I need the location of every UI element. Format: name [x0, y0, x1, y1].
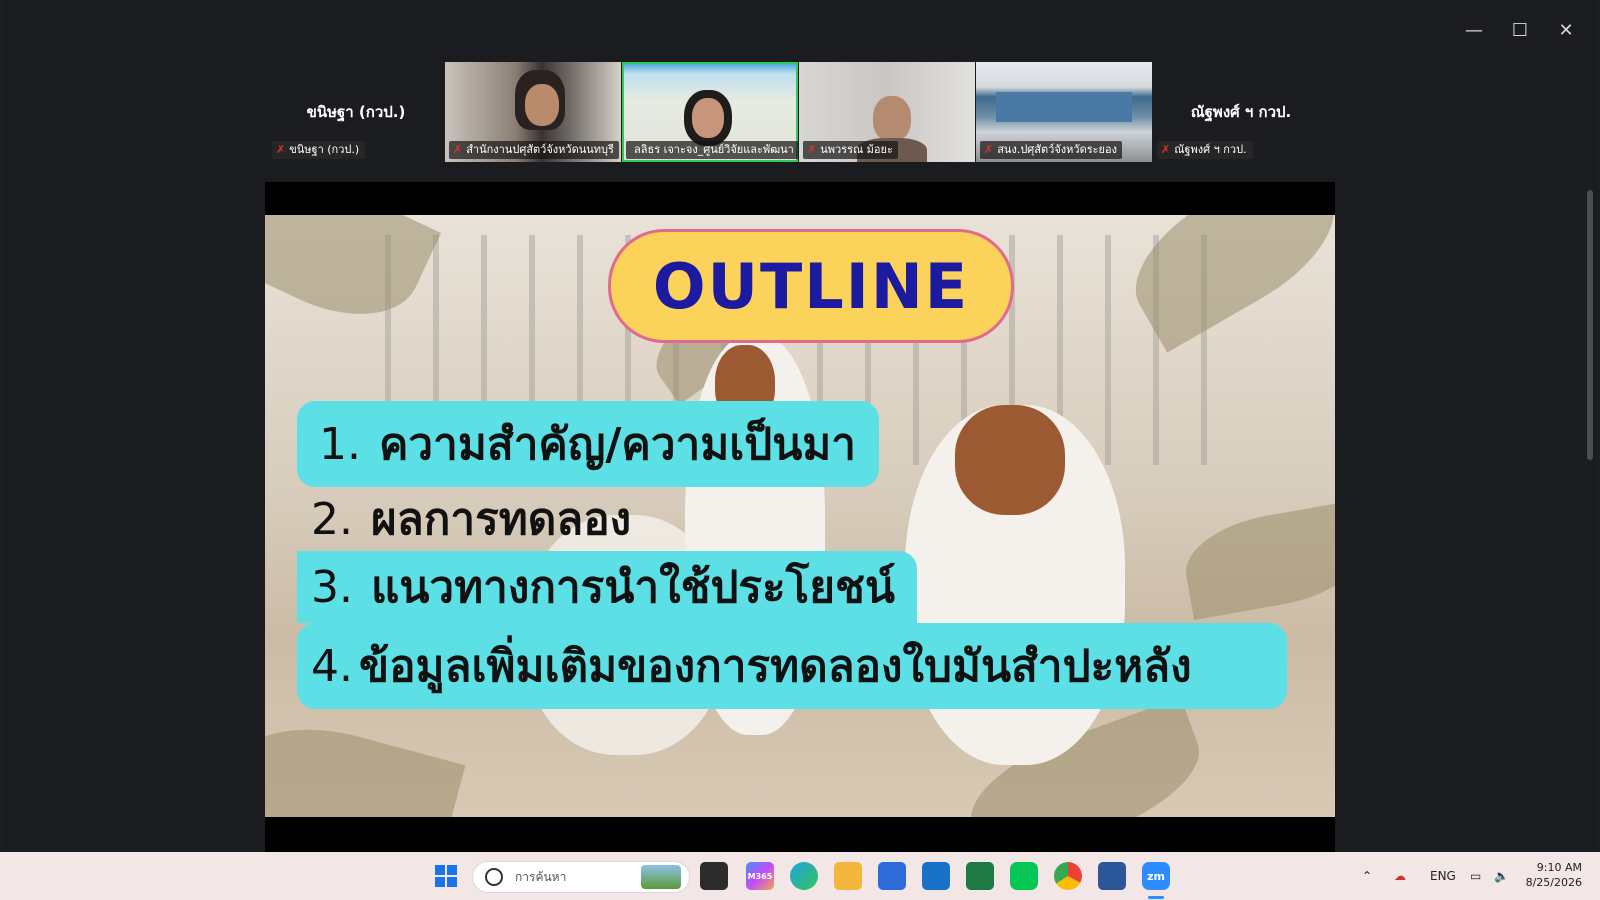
participant-tile-video-4[interactable]: ✗ สนง.ปศุสัตว์จังหวัดระยอง: [976, 62, 1152, 162]
participant-namebar: ✗ ณัฐพงศ์ ฯ กวป.: [1157, 141, 1253, 159]
outline-item-text: ความสำคัญ/ความเป็นมา: [378, 419, 857, 470]
maximize-button[interactable]: ☐: [1497, 14, 1543, 46]
participant-namebar: ✗ นพวรรณ ม้อยะ: [803, 141, 898, 159]
chrome-icon[interactable]: [1054, 862, 1082, 890]
meeting-room-screen: [996, 92, 1132, 122]
zoom-window: — ☐ ✕ ขนิษฐา (กวป.) ✗ ขนิษฐา (กวป.) ✗ สำนั…: [3, 0, 1597, 852]
task-view-icon[interactable]: [700, 862, 728, 890]
outline-item-3: 3. แนวทางการนำใช้ประโยชน์: [297, 551, 911, 623]
outline-item-4: 4. ข้อมูลเพิ่มเติมของการทดลองใบมันสำปะหล…: [297, 623, 1287, 709]
participant-namebar: ✗ ขนิษฐา (กวป.): [272, 141, 366, 159]
zoom-icon[interactable]: zm: [1142, 862, 1170, 890]
participant-name-large: ขนิษฐา (กวป.): [306, 103, 406, 121]
video-gallery: ขนิษฐา (กวป.) ✗ ขนิษฐา (กวป.) ✗ สำนักงานปศ…: [3, 62, 1597, 162]
gallery-scrollbar[interactable]: [1587, 190, 1593, 460]
volume-icon[interactable]: 🔈: [1494, 852, 1509, 900]
muted-mic-icon: ✗: [807, 143, 817, 156]
file-explorer-icon[interactable]: [834, 862, 862, 890]
search-highlight-image: [641, 865, 681, 889]
active-app-indicator: [1148, 896, 1164, 899]
taskbar-search-box[interactable]: การค้นหา: [472, 861, 690, 893]
system-clock[interactable]: 9:10 AM 8/25/2026: [1526, 860, 1582, 890]
participant-namebar: ✗ สำนักงานปศุสัตว์จังหวัดนนทบุรี: [449, 141, 619, 159]
search-placeholder: การค้นหา: [515, 869, 567, 884]
participant-face: [873, 96, 911, 142]
muted-mic-icon: ✗: [276, 143, 286, 156]
outline-item-text: แนวทางการนำใช้ประโยชน์: [370, 562, 895, 613]
participant-tile-video-1[interactable]: ✗ สำนักงานปศุสัตว์จังหวัดนนทบุรี: [445, 62, 621, 162]
muted-mic-icon: ✗: [453, 143, 463, 156]
network-icon[interactable]: ▭: [1470, 852, 1481, 900]
windows-start-icon[interactable]: [432, 862, 460, 890]
muted-mic-icon: ✗: [1161, 143, 1171, 156]
language-indicator[interactable]: ENG: [1430, 852, 1456, 900]
participant-tile-kanittha[interactable]: ขนิษฐา (กวป.) ✗ ขนิษฐา (กวป.): [268, 62, 444, 162]
participant-tile-video-2[interactable]: ลลิธร เจาะจง_ศูนย์วิจัยและพัฒนา: [622, 62, 798, 162]
participant-namebar: ✗ สนง.ปศุสัตว์จังหวัดระยอง: [980, 141, 1122, 159]
outline-item-number: 4.: [311, 640, 353, 692]
close-button[interactable]: ✕: [1543, 14, 1589, 46]
participant-tile-nattapong[interactable]: ณัฐพงศ์ ฯ กวป. ✗ ณัฐพงศ์ ฯ กวป.: [1153, 62, 1329, 162]
search-icon: [485, 868, 503, 886]
participant-face: [525, 84, 559, 126]
edge-icon[interactable]: [790, 862, 818, 890]
participant-face: [692, 98, 724, 138]
slide-title-badge: OUTLINE: [608, 229, 1014, 343]
outline-item-number: 3.: [311, 561, 353, 613]
m365-icon[interactable]: M365: [746, 862, 774, 890]
participant-name-large: ณัฐพงศ์ ฯ กวป.: [1190, 103, 1292, 121]
presentation-slide: OUTLINE 1. ความสำคัญ/ความเป็นมา 2. ผลการ…: [265, 215, 1335, 817]
goat-head-image: [955, 405, 1065, 515]
excel-icon[interactable]: [966, 862, 994, 890]
cassava-leaf-decoration: [1178, 500, 1335, 620]
screen-share-area: OUTLINE 1. ความสำคัญ/ความเป็นมา 2. ผลการ…: [265, 182, 1335, 852]
slide-title: OUTLINE: [652, 249, 970, 323]
clock-date: 8/25/2026: [1525, 876, 1582, 889]
outline-item-text: ข้อมูลเพิ่มเติมของการทดลองใบมันสำปะหลัง: [358, 641, 1192, 692]
line-app-icon[interactable]: [1010, 862, 1038, 890]
participant-tile-video-3[interactable]: ✗ นพวรรณ ม้อยะ: [799, 62, 975, 162]
windows-taskbar: การค้นหา M365 zm ⌃ ☁ ENG ▭ 🔈 9:10 AM 8/2…: [0, 852, 1600, 900]
microsoft-store-icon[interactable]: [878, 862, 906, 890]
outlook-icon[interactable]: [922, 862, 950, 890]
outline-item-number: 1.: [319, 418, 361, 470]
tray-chevron-icon[interactable]: ⌃: [1362, 852, 1372, 900]
muted-mic-icon: ✗: [984, 143, 994, 156]
cassava-leaf-decoration: [265, 708, 466, 817]
clock-time: 9:10 AM: [1536, 861, 1582, 874]
participant-namebar: ลลิธร เจาะจง_ศูนย์วิจัยและพัฒนา: [626, 141, 798, 159]
onedrive-status-icon[interactable]: ☁: [1394, 852, 1406, 900]
word-icon[interactable]: [1098, 862, 1126, 890]
minimize-button[interactable]: —: [1451, 14, 1497, 46]
